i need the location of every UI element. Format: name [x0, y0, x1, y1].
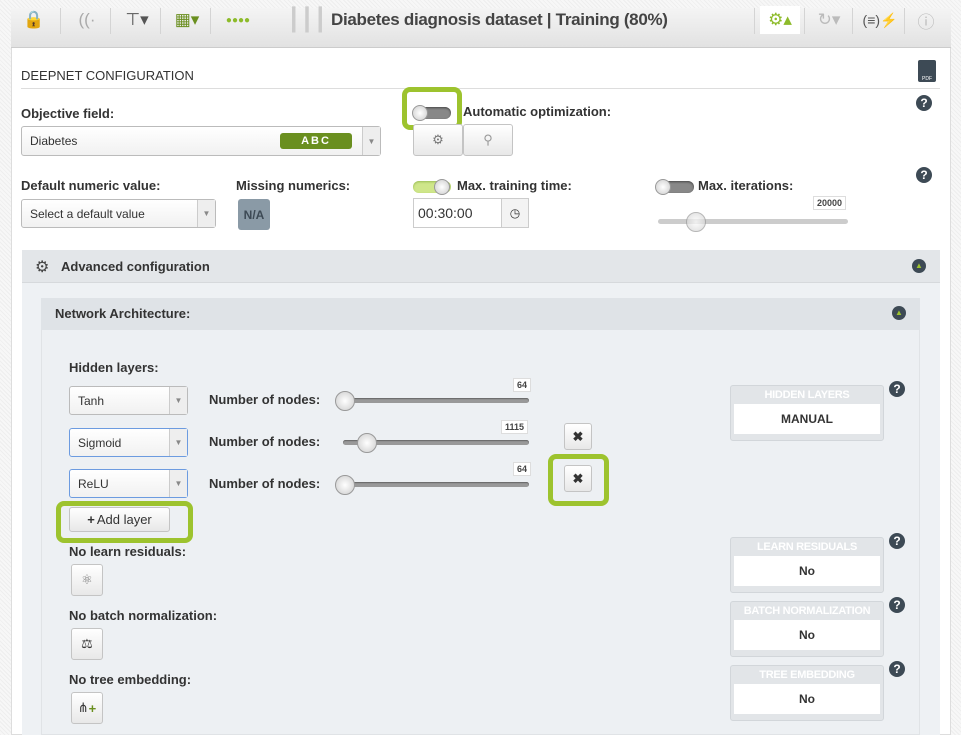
- help-icon[interactable]: ?: [889, 381, 905, 397]
- nodes-value: 64: [513, 378, 532, 392]
- max-iter-value: 20000: [813, 196, 847, 210]
- lock-icon[interactable]: 🔒: [23, 6, 44, 34]
- dots-icon[interactable]: ●●●●: [218, 6, 258, 34]
- tree-embedding-card: TREE EMBEDDING No: [730, 665, 884, 721]
- residuals-icon[interactable]: ⚛: [71, 564, 103, 596]
- auto-optimization-toggle[interactable]: [412, 105, 451, 121]
- pdf-icon[interactable]: PDF: [918, 60, 936, 82]
- help-icon[interactable]: ?: [889, 661, 905, 677]
- add-layer-button[interactable]: + Add layer: [69, 507, 170, 532]
- optimize-icon[interactable]: ⚙: [413, 124, 463, 156]
- plus-icon: +: [87, 512, 95, 527]
- type-badge: ABC: [280, 133, 352, 149]
- default-numeric-label: Default numeric value:: [21, 178, 161, 193]
- slider-thumb[interactable]: [357, 433, 377, 453]
- slider-thumb[interactable]: [335, 475, 355, 495]
- activation-select[interactable]: Sigmoid ▼: [69, 428, 188, 457]
- sync-icon[interactable]: ↻▾: [810, 6, 848, 34]
- default-numeric-select[interactable]: Select a default value ▼: [21, 199, 216, 228]
- max-iterations-toggle[interactable]: [655, 179, 694, 195]
- chevron-down-icon: ▼: [169, 429, 187, 456]
- learn-residuals-card: LEARN RESIDUALS No: [730, 537, 884, 593]
- section-title: DEEPNET CONFIGURATION: [21, 68, 194, 83]
- info-icon[interactable]: ⓘ: [914, 6, 938, 34]
- missing-label: Missing numerics:: [236, 178, 351, 193]
- hidden-layers-label: Hidden layers:: [69, 360, 159, 375]
- batch-label: No batch normalization:: [69, 608, 218, 623]
- objective-label: Objective field:: [21, 106, 115, 121]
- collapse-icon[interactable]: ▲: [892, 306, 906, 320]
- help-icon[interactable]: ?: [889, 597, 905, 613]
- max-iter-label: Max. iterations:: [698, 178, 794, 193]
- nodes-value: 64: [513, 462, 532, 476]
- tree-icon[interactable]: ⊤▾: [120, 6, 154, 34]
- formula-icon[interactable]: (≡)⚡: [860, 6, 900, 34]
- advanced-title: Advanced configuration: [61, 259, 210, 274]
- gears-icon[interactable]: ⚙▴: [760, 6, 800, 34]
- search-network-icon[interactable]: ⚲: [463, 124, 513, 156]
- objective-select[interactable]: Diabetes ABC ▼: [21, 126, 381, 156]
- chevron-down-icon: ▼: [197, 200, 215, 227]
- gears-icon: ⚙: [35, 259, 50, 276]
- help-icon[interactable]: ?: [889, 533, 905, 549]
- counter-icon[interactable]: ▦▾: [170, 6, 204, 34]
- page-title: Diabetes diagnosis dataset | Training (8…: [331, 10, 668, 29]
- auto-opt-label: Automatic optimization:: [463, 104, 612, 119]
- nodes-label: Number of nodes:: [209, 392, 321, 407]
- chevron-down-icon: ▼: [169, 470, 187, 497]
- chevron-down-icon: ▼: [169, 387, 187, 414]
- tree-label: No tree embedding:: [69, 672, 192, 687]
- activation-select[interactable]: ReLU ▼: [69, 469, 188, 498]
- analyze-icon[interactable]: ((·: [74, 6, 100, 34]
- remove-layer-button[interactable]: ✖: [564, 423, 592, 450]
- chevron-down-icon: ▼: [362, 127, 380, 155]
- slider-thumb[interactable]: [686, 212, 706, 232]
- balance-icon[interactable]: ⚖: [71, 628, 103, 660]
- nodes-slider[interactable]: [340, 482, 529, 487]
- residuals-label: No learn residuals:: [69, 544, 187, 559]
- collapse-icon[interactable]: ▲: [912, 259, 926, 273]
- max-time-label: Max. training time:: [457, 178, 572, 193]
- slider-thumb[interactable]: [335, 391, 355, 411]
- nodes-label: Number of nodes:: [209, 434, 321, 449]
- nodes-label: Number of nodes:: [209, 476, 321, 491]
- remove-layer-button[interactable]: ✖: [564, 465, 592, 492]
- tree-embedding-icon[interactable]: ⋔ +: [71, 692, 103, 724]
- clock-icon[interactable]: ◷: [501, 199, 528, 227]
- help-icon[interactable]: ?: [916, 167, 932, 183]
- max-time-input[interactable]: 00:30:00 ◷: [413, 198, 529, 228]
- nodes-slider[interactable]: [340, 398, 529, 403]
- hidden-layers-card: HIDDEN LAYERS MANUAL: [730, 385, 884, 441]
- nodes-value: 1115: [501, 420, 529, 434]
- batch-normalization-card: BATCH NORMALIZATION No: [730, 601, 884, 657]
- help-icon[interactable]: ?: [916, 95, 932, 111]
- max-time-toggle[interactable]: [413, 179, 451, 195]
- activation-select[interactable]: Tanh ▼: [69, 386, 188, 415]
- bars-icon: ┃┃┃: [287, 7, 327, 32]
- network-title: Network Architecture:: [55, 306, 191, 321]
- missing-na-button[interactable]: N/A: [238, 199, 270, 230]
